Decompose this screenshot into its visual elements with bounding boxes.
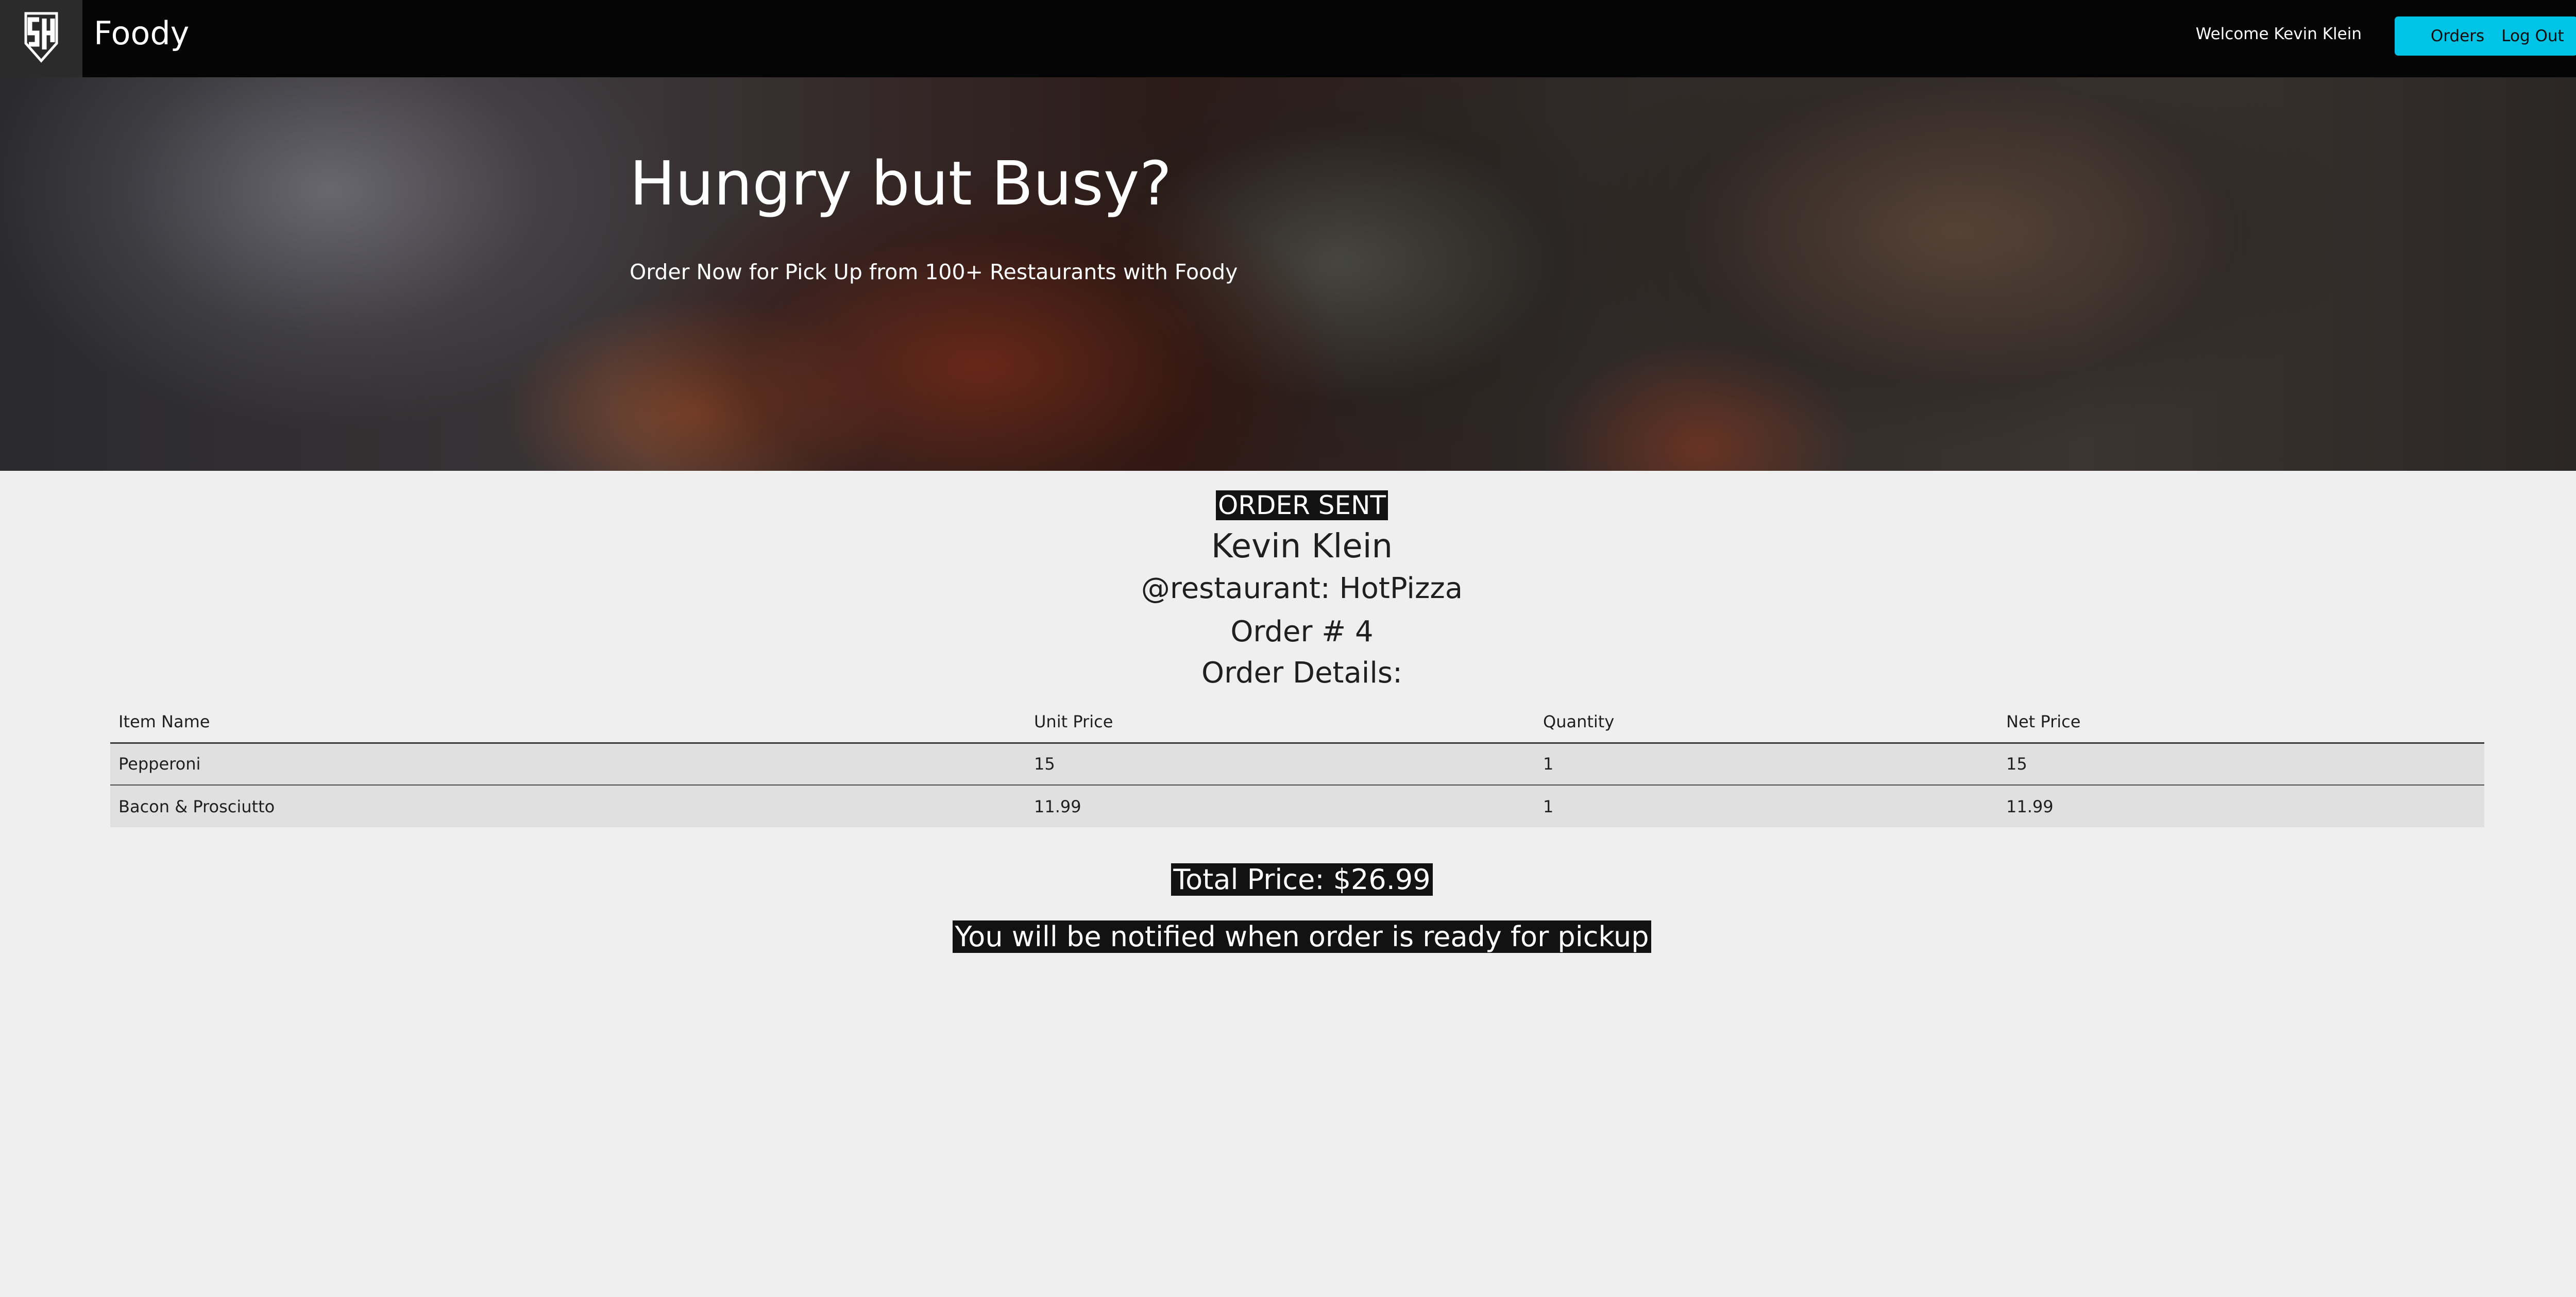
brand-name[interactable]: Foody: [94, 15, 189, 52]
hero-title: Hungry but Busy?: [630, 148, 1172, 219]
brand-logo[interactable]: [0, 0, 82, 77]
column-header-quantity: Quantity: [1535, 702, 1998, 744]
table-row: Bacon & Prosciutto 11.99 1 11.99: [110, 785, 2484, 827]
order-number: Order # 4: [1230, 615, 1374, 648]
logout-button[interactable]: Log Out: [2488, 16, 2576, 56]
pickup-notice-line: You will be notified when order is ready…: [0, 920, 2576, 953]
restaurant-name: @restaurant: HotPizza: [1141, 572, 1463, 605]
unit-price-cell: 15: [1026, 743, 1535, 786]
welcome-message: Welcome Kevin Klein: [2195, 25, 2362, 43]
item-name-cell: Bacon & Prosciutto: [110, 785, 1026, 827]
column-header-item-name: Item Name: [110, 702, 1026, 744]
total-price-line: Total Price: $26.99: [0, 863, 2576, 896]
table-header-row: Item Name Unit Price Quantity Net Price: [110, 702, 2484, 744]
top-navbar: Foody Welcome Kevin Klein Orders Log Out: [0, 0, 2576, 77]
order-status-line: ORDER SENT: [0, 489, 2576, 521]
total-price: Total Price: $26.99: [1171, 863, 1433, 896]
column-header-unit-price: Unit Price: [1026, 702, 1535, 744]
order-status-badge: ORDER SENT: [1215, 490, 1388, 520]
order-items-table: Item Name Unit Price Quantity Net Price …: [110, 702, 2484, 827]
hero-subtitle: Order Now for Pick Up from 100+ Restaura…: [630, 260, 1238, 284]
sh-shield-logo-icon: [24, 12, 58, 63]
hero-banner: Hungry but Busy? Order Now for Pick Up f…: [0, 77, 2576, 471]
net-price-cell: 11.99: [1998, 785, 2484, 827]
unit-price-cell: 11.99: [1026, 785, 1535, 827]
column-header-net-price: Net Price: [1998, 702, 2484, 744]
item-name-cell: Pepperoni: [110, 743, 1026, 786]
quantity-cell: 1: [1535, 785, 1998, 827]
order-details-heading: Order Details:: [1201, 656, 1402, 690]
net-price-cell: 15: [1998, 743, 2484, 786]
quantity-cell: 1: [1535, 743, 1998, 786]
table-row: Pepperoni 15 1 15: [110, 743, 2484, 786]
customer-name: Kevin Klein: [1211, 527, 1393, 566]
pickup-notice: You will be notified when order is ready…: [953, 920, 1651, 953]
